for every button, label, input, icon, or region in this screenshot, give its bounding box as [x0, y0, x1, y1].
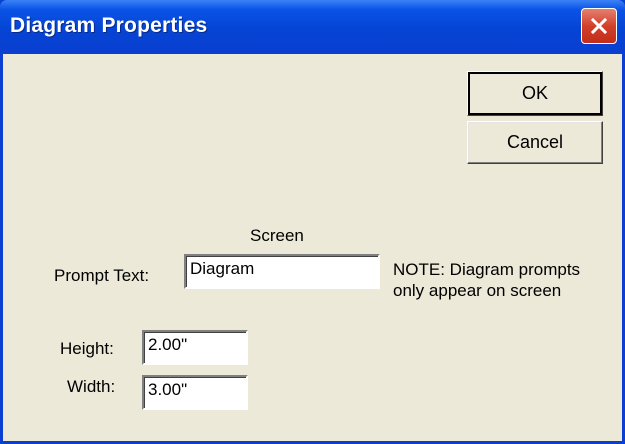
width-label: Width: — [67, 377, 116, 396]
title-bar[interactable]: Diagram Properties — [0, 0, 625, 54]
cancel-button[interactable]: Cancel — [467, 121, 603, 164]
height-field[interactable]: 2.00" — [142, 330, 248, 365]
section-heading-screen: Screen — [250, 226, 304, 245]
note-line-2: only appear on screen — [393, 281, 562, 300]
prompt-text-field[interactable]: Diagram — [184, 254, 380, 289]
dialog-body: OK Cancel Screen Prompt Text: Diagram NO… — [3, 54, 622, 441]
height-label: Height: — [60, 339, 114, 358]
ok-button[interactable]: OK — [467, 71, 603, 116]
close-icon — [590, 17, 608, 35]
width-field[interactable]: 3.00" — [142, 375, 248, 410]
window-title: Diagram Properties — [10, 14, 208, 37]
note-line-1: NOTE: Diagram prompts — [393, 260, 581, 279]
dialog-window: Diagram Properties OK Cancel Screen Prom… — [0, 0, 625, 444]
prompt-text-label: Prompt Text: — [54, 266, 150, 285]
close-button[interactable] — [581, 8, 617, 44]
